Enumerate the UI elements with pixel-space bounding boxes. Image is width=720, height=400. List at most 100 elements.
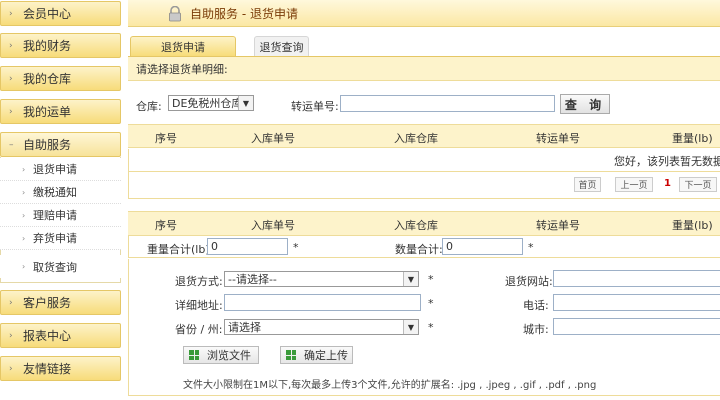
- browse-button-label: 浏览文件: [207, 349, 251, 362]
- menu-customer-service[interactable]: › 客户服务: [0, 290, 121, 315]
- column-header: 入库仓库: [394, 219, 438, 232]
- sub-item-label: 理赔申请: [33, 209, 77, 222]
- menu-label: 友情链接: [23, 362, 72, 376]
- warehouse-select-value: DE免税州仓库: [172, 97, 243, 110]
- warehouse-select[interactable]: DE免税州仓库 ▼: [168, 95, 254, 111]
- sub-item-label: 缴税通知: [33, 186, 77, 199]
- chevron-down-icon: ▼: [403, 272, 418, 286]
- warehouse-label: 仓库:: [136, 100, 162, 113]
- sub-item-pickup-query[interactable]: › 取货查询: [0, 255, 121, 278]
- pager-prev-button[interactable]: 上一页: [615, 177, 653, 192]
- menu-label: 我的财务: [23, 39, 72, 53]
- menu-label: 我的仓库: [23, 72, 72, 86]
- sub-item-label: 弃货申请: [33, 232, 77, 245]
- minus-icon: –: [9, 139, 14, 150]
- sub-item-abandon-apply[interactable]: › 弃货申请: [0, 227, 121, 250]
- menu-my-waybill[interactable]: › 我的运单: [0, 99, 121, 124]
- sidebar: › 会员中心 › 我的财务 › 我的仓库 › 我的运单 – 自助服务 › 退货申请 › 缴税通…: [0, 0, 121, 400]
- tab-return-query[interactable]: 退货查询: [254, 36, 309, 56]
- column-header: 入库单号: [251, 219, 295, 232]
- qty-total-label: 数量合计:: [395, 243, 443, 256]
- menu-my-warehouse[interactable]: › 我的仓库: [0, 66, 121, 91]
- chevron-right-icon: ›: [9, 363, 13, 374]
- upload-button-label: 确定上传: [304, 349, 348, 362]
- menu-label: 会员中心: [23, 7, 72, 21]
- chevron-right-icon: ›: [9, 106, 13, 117]
- weight-total-input[interactable]: 0: [207, 238, 288, 255]
- phone-label: 电话:: [523, 299, 549, 312]
- chevron-right-icon: ›: [9, 330, 13, 341]
- weight-total-label: 重量合计(lb):: [147, 243, 214, 256]
- return-method-label: 退货方式:: [175, 275, 223, 288]
- section-subtitle: 请选择退货单明细:: [128, 57, 720, 81]
- required-marker: *: [428, 273, 434, 286]
- chevron-right-icon: ›: [9, 8, 13, 19]
- column-header: 转运单号: [536, 219, 580, 232]
- address-label: 详细地址:: [175, 299, 223, 312]
- tab-return-apply[interactable]: 退货申请: [130, 36, 236, 56]
- required-marker: *: [528, 241, 534, 254]
- chevron-right-icon: ›: [9, 40, 13, 51]
- grid-icon: [286, 350, 296, 360]
- return-site-input[interactable]: [553, 270, 720, 287]
- selected-table-header: 序号 入库单号 入库仓库 转运单号 重量(lb): [128, 211, 720, 236]
- chevron-down-icon: ▼: [403, 320, 418, 334]
- pager-next-button[interactable]: 下一页: [679, 177, 717, 192]
- required-marker: *: [293, 241, 299, 254]
- pager-current-page: 1: [664, 178, 671, 189]
- city-label: 城市:: [523, 323, 549, 336]
- column-header: 转运单号: [536, 132, 580, 145]
- column-header: 入库单号: [251, 132, 295, 145]
- menu-my-finance[interactable]: › 我的财务: [0, 33, 121, 58]
- menu-friend-links[interactable]: › 友情链接: [0, 356, 121, 381]
- browse-files-button[interactable]: 浏览文件: [183, 346, 259, 364]
- chevron-right-icon: ›: [22, 233, 26, 243]
- column-header: 序号: [155, 132, 177, 145]
- sub-item-label: 取货查询: [33, 260, 77, 274]
- sub-item-return-apply[interactable]: › 退货申请: [0, 158, 121, 181]
- menu-self-service[interactable]: – 自助服务: [0, 132, 121, 157]
- pager-first-button[interactable]: 首页: [574, 177, 601, 192]
- province-label: 省份 / 州:: [175, 323, 223, 336]
- page-title: 自助服务 - 退货申请: [190, 6, 298, 21]
- chevron-down-icon: ▼: [238, 96, 253, 110]
- return-method-value: --请选择--: [228, 273, 277, 286]
- return-method-select[interactable]: --请选择-- ▼: [224, 271, 419, 287]
- chevron-right-icon: ›: [9, 73, 13, 84]
- column-header: 序号: [155, 219, 177, 232]
- required-marker: *: [428, 297, 434, 310]
- menu-member-center[interactable]: › 会员中心: [0, 1, 121, 26]
- sub-item-tax-notice[interactable]: › 缴税通知: [0, 181, 121, 204]
- column-header: 入库仓库: [394, 132, 438, 145]
- province-select[interactable]: 请选择 ▼: [224, 319, 419, 335]
- page-title-bar: 自助服务 - 退货申请: [128, 0, 720, 27]
- city-input[interactable]: [553, 318, 720, 335]
- menu-label: 我的运单: [23, 105, 72, 119]
- upload-note: 文件大小限制在1M以下,每次最多上传3个文件,允许的扩展名: .jpg , .j…: [183, 380, 597, 391]
- required-marker: *: [428, 321, 434, 334]
- sub-item-label: 退货申请: [33, 163, 77, 176]
- menu-report-center[interactable]: › 报表中心: [0, 323, 121, 348]
- phone-input[interactable]: [553, 294, 720, 311]
- tracking-number-label: 转运单号:: [291, 100, 339, 113]
- main-content: 自助服务 - 退货申请 退货申请 退货查询 请选择退货单明细: 仓库: DE免税…: [128, 0, 720, 400]
- query-button[interactable]: 查 询: [560, 94, 610, 114]
- grid-icon: [189, 350, 199, 360]
- column-header: 重量(lb): [672, 219, 713, 232]
- menu-label: 报表中心: [23, 329, 72, 343]
- chevron-right-icon: ›: [22, 187, 26, 197]
- chevron-right-icon: ›: [22, 262, 26, 271]
- confirm-upload-button[interactable]: 确定上传: [280, 346, 353, 364]
- menu-label: 客户服务: [23, 296, 72, 310]
- chevron-right-icon: ›: [9, 297, 13, 308]
- return-site-label: 退货网站:: [505, 275, 553, 288]
- qty-total-input[interactable]: 0: [442, 238, 523, 255]
- column-header: 重量(lb): [672, 132, 713, 145]
- menu-label: 自助服务: [23, 138, 72, 152]
- divider: [128, 171, 720, 172]
- tracking-number-input[interactable]: [340, 95, 555, 112]
- province-value: 请选择: [228, 321, 261, 334]
- sub-item-claim-apply[interactable]: › 理赔申请: [0, 204, 121, 227]
- address-input[interactable]: [224, 294, 421, 311]
- results-table-header: 序号 入库单号 入库仓库 转运单号 重量(lb): [128, 124, 720, 148]
